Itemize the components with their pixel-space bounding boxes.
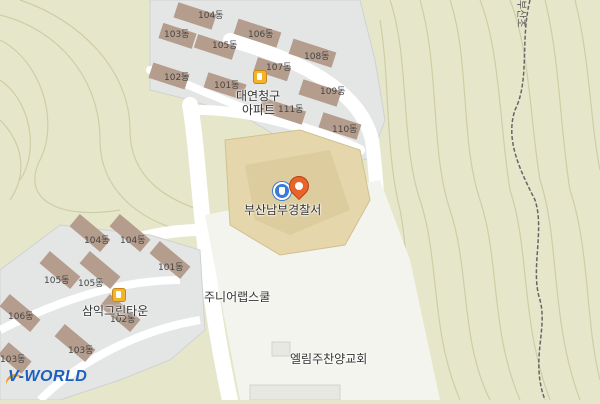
vworld-logo: V-WORLD <box>8 368 88 385</box>
building-label: 104동 <box>120 236 146 246</box>
school-label[interactable]: 주니어랩스쿨 <box>204 291 270 303</box>
building-label: 105동 <box>78 279 104 289</box>
building-label: 106동 <box>8 312 34 322</box>
hiking-trail <box>511 0 546 401</box>
building-label: 101동 <box>158 263 184 273</box>
apartment-icon[interactable] <box>112 288 126 302</box>
church-building <box>271 341 291 357</box>
apartment-icon[interactable] <box>253 70 267 84</box>
church-label[interactable]: 엘림주찬양교회 <box>290 353 367 365</box>
building-label: 103동 <box>0 355 26 365</box>
lower-complex-label[interactable]: 삼익그린타운 <box>82 305 148 317</box>
building-label: 110동 <box>332 125 358 135</box>
building-label: 103동 <box>68 346 94 356</box>
building-label: 104동 <box>84 236 110 246</box>
building-label: 104동 <box>198 11 224 21</box>
building-label: 105동 <box>44 276 70 286</box>
building-label: 103동 <box>164 30 190 40</box>
building-label: 105동 <box>212 41 238 51</box>
map-layer <box>0 0 600 404</box>
building-label: 108동 <box>304 52 330 62</box>
upper-complex-label[interactable]: 대연청구 <box>236 90 280 102</box>
building-label: 109동 <box>320 87 346 97</box>
building-label: 107동 <box>266 63 292 73</box>
upper-complex-label[interactable]: 아파트 <box>242 104 275 116</box>
building-label: 102동 <box>164 73 190 83</box>
police-station-label[interactable]: 부산남부경찰서 <box>244 204 321 216</box>
building-label: 106동 <box>248 30 274 40</box>
map-canvas[interactable]: 104동 103동 106동 105동 108동 107동 102동 101동 … <box>0 0 600 404</box>
building-label: 111동 <box>278 105 304 115</box>
trail-label: 부산초 <box>515 0 526 28</box>
